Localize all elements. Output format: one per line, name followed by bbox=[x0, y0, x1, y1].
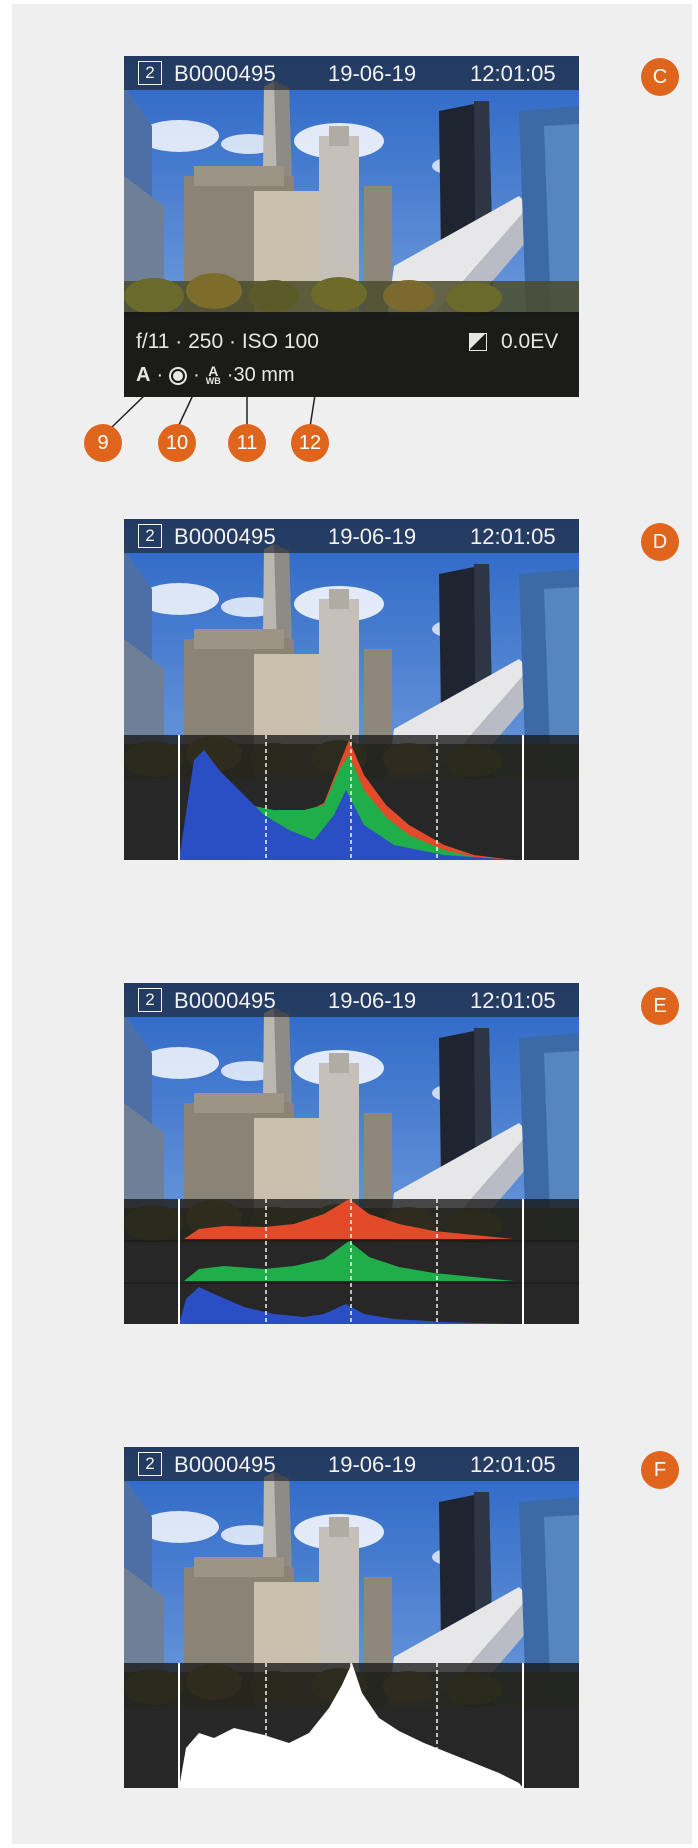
callout-9: 9 bbox=[84, 424, 122, 462]
camera-screen-e: 2 B0000495 19-06-19 12:01:05 bbox=[124, 983, 579, 1324]
figure-badge-f: F bbox=[641, 1451, 679, 1489]
histogram-blue bbox=[179, 1287, 514, 1324]
frame-id: B0000495 bbox=[174, 524, 276, 549]
camera-screen-f: 2 B0000495 19-06-19 12:01:05 bbox=[124, 1447, 579, 1788]
histogram-red bbox=[184, 1199, 514, 1239]
rgb-separate-histogram bbox=[124, 1199, 579, 1324]
capture-time: 12:01:05 bbox=[470, 1452, 556, 1477]
capture-date: 19-06-19 bbox=[328, 1452, 417, 1477]
histogram-green bbox=[184, 1241, 514, 1281]
capture-date: 19-06-19 bbox=[328, 524, 417, 549]
callout-lines bbox=[111, 394, 316, 428]
capture-time: 12:01:05 bbox=[470, 988, 556, 1013]
callout-10: 10 bbox=[158, 424, 196, 462]
memory-card-icon: 2 bbox=[138, 524, 162, 548]
capture-date: 19-06-19 bbox=[328, 988, 417, 1013]
status-bar: 2 B0000495 19-06-19 12:01:05 bbox=[124, 519, 579, 553]
callout-12: 12 bbox=[291, 424, 329, 462]
status-bar: 2 B0000495 19-06-19 12:01:05 bbox=[124, 1447, 579, 1481]
figure-badge-d: D bbox=[641, 523, 679, 561]
memory-card-icon: 2 bbox=[138, 1452, 162, 1476]
memory-card-icon: 2 bbox=[138, 988, 162, 1012]
capture-time: 12:01:05 bbox=[470, 524, 556, 549]
status-bar: 2 B0000495 19-06-19 12:01:05 bbox=[124, 983, 579, 1017]
frame-id: B0000495 bbox=[174, 988, 276, 1013]
luminance-histogram bbox=[124, 1663, 579, 1788]
rgb-overlay-histogram bbox=[124, 735, 579, 860]
callout-11: 11 bbox=[228, 424, 266, 462]
camera-screen-d: 2 B0000495 19-06-19 12:01:05 bbox=[124, 519, 579, 860]
frame-id: B0000495 bbox=[174, 1452, 276, 1477]
figure-badge-e: E bbox=[641, 987, 679, 1025]
